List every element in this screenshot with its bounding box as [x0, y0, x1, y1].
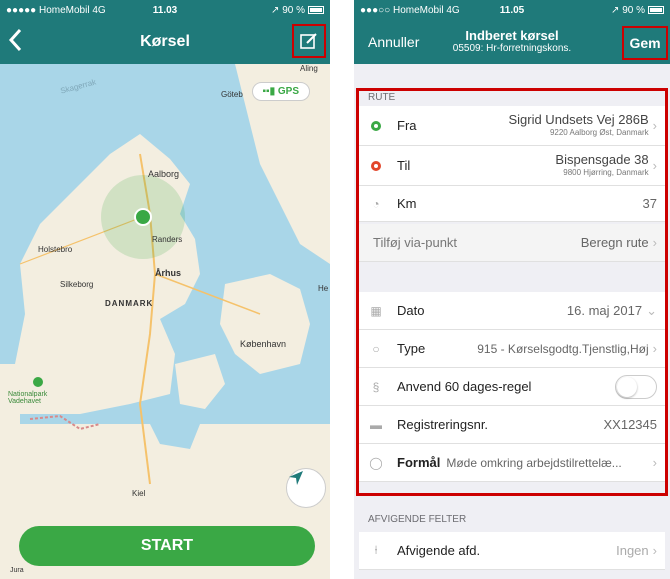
map-view[interactable]: Skagerrak Göteb Aling Aalborg Randers Ho… — [0, 64, 330, 579]
department-row[interactable]: ⍿ Afvigende afd. Ingen › — [359, 532, 665, 570]
edit-icon — [300, 33, 317, 49]
map-label: He — [318, 284, 329, 293]
nav-bar: Annuller Indberet kørsel 05509: Hr-forre… — [354, 20, 670, 64]
deviating-header: AFVIGENDE FELTER — [368, 514, 467, 525]
map-label: Randers — [152, 235, 183, 244]
department-label: Afvigende afd. — [397, 543, 481, 558]
battery-text: ↗ 90 % — [611, 4, 645, 16]
start-button[interactable]: START — [19, 526, 315, 566]
report-form-screen: ●●●○○ HomeMobil 4G 11.05 ↗ 90 % Annuller… — [354, 0, 670, 579]
nav-bar: Kørsel — [0, 20, 330, 64]
chevron-left-icon — [8, 28, 22, 52]
map-label: Holstebro — [38, 245, 73, 254]
map-label: Aling — [300, 64, 318, 73]
carrier: ●●●○○ HomeMobil 4G — [360, 4, 460, 16]
gps-label: GPS — [277, 86, 299, 97]
map-label: Jura — [10, 567, 24, 574]
map-screen: ●●●●● HomeMobil 4G 11.03 ↗ 90 % Kørsel S… — [0, 0, 330, 579]
map-label: Århus — [155, 268, 182, 278]
clock: 11.05 — [499, 4, 525, 16]
carrier: ●●●●● HomeMobil 4G — [6, 4, 106, 16]
gps-indicator[interactable]: ▪▪▮ GPS — [251, 82, 310, 101]
location-arrow-icon — [289, 471, 303, 485]
map-label: Silkeborg — [60, 280, 94, 289]
highlight-frame — [356, 88, 668, 496]
status-bar: ●●●○○ HomeMobil 4G 11.05 ↗ 90 % — [354, 0, 670, 20]
status-bar: ●●●●● HomeMobil 4G 11.03 ↗ 90 % — [0, 0, 330, 20]
map-land — [0, 64, 330, 579]
signal-icon: ▪▪▮ — [262, 86, 278, 97]
map-label: DANMARK — [105, 299, 154, 308]
map-label: København — [240, 339, 287, 349]
form-content: RUTE Fra Sigrid Undsets Vej 286B 9220 Aa… — [354, 64, 670, 579]
chevron-right-icon: › — [652, 543, 657, 558]
map-label: Kiel — [132, 489, 146, 498]
map-label: Göteb — [221, 90, 243, 99]
department-value: Ingen — [616, 543, 649, 558]
save-button[interactable]: Gem — [622, 26, 668, 60]
map-label: Aalborg — [148, 169, 180, 179]
back-button[interactable] — [8, 28, 30, 56]
battery-text: ↗ 90 % — [271, 4, 305, 16]
locate-me-button[interactable] — [286, 468, 326, 508]
battery-icon — [308, 6, 324, 14]
branch-icon: ⍿ — [374, 543, 378, 557]
battery-icon — [648, 6, 664, 14]
map-label: Nationalpark Vadehavet — [8, 391, 48, 405]
page-title: Kørsel — [140, 33, 190, 50]
edit-button[interactable] — [292, 24, 326, 58]
clock: 11.03 — [152, 4, 178, 16]
